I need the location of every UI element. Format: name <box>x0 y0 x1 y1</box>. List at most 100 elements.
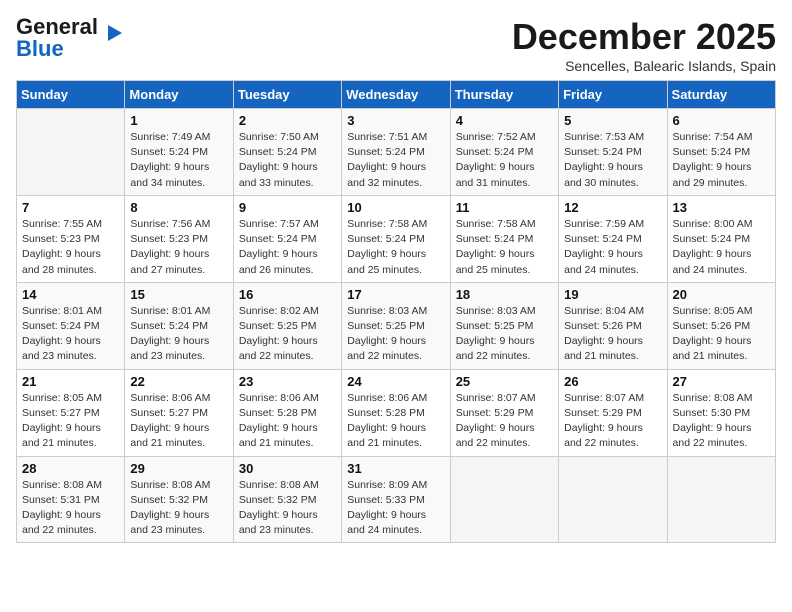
day-info: Sunrise: 8:05 AMSunset: 5:27 PMDaylight:… <box>22 391 119 452</box>
calendar-cell: 31 Sunrise: 8:09 AMSunset: 5:33 PMDayligh… <box>342 456 450 543</box>
header: General Blue December 2025 Sencelles, Ba… <box>16 16 776 74</box>
day-info: Sunrise: 8:00 AMSunset: 5:24 PMDaylight:… <box>673 217 770 278</box>
calendar-header-row: SundayMondayTuesdayWednesdayThursdayFrid… <box>17 81 776 109</box>
day-number: 25 <box>456 374 553 389</box>
day-info: Sunrise: 7:56 AMSunset: 5:23 PMDaylight:… <box>130 217 227 278</box>
calendar-cell: 29 Sunrise: 8:08 AMSunset: 5:32 PMDayligh… <box>125 456 233 543</box>
title-area: December 2025 Sencelles, Balearic Island… <box>512 16 776 74</box>
day-info: Sunrise: 8:04 AMSunset: 5:26 PMDaylight:… <box>564 304 661 365</box>
header-monday: Monday <box>125 81 233 109</box>
calendar-cell: 18 Sunrise: 8:03 AMSunset: 5:25 PMDayligh… <box>450 282 558 369</box>
day-number: 13 <box>673 200 770 215</box>
calendar-cell: 23Sunrise: 8:06 AMSunset: 5:28 PMDayligh… <box>233 369 341 456</box>
day-info: Sunrise: 7:54 AMSunset: 5:24 PMDaylight:… <box>673 130 770 191</box>
day-number: 20 <box>673 287 770 302</box>
day-info: Sunrise: 7:52 AMSunset: 5:24 PMDaylight:… <box>456 130 553 191</box>
header-sunday: Sunday <box>17 81 125 109</box>
calendar-week-0: 1Sunrise: 7:49 AMSunset: 5:24 PMDaylight… <box>17 109 776 196</box>
day-info: Sunrise: 8:08 AMSunset: 5:32 PMDaylight:… <box>130 478 227 539</box>
calendar-cell: 24 Sunrise: 8:06 AMSunset: 5:28 PMDayligh… <box>342 369 450 456</box>
calendar-cell: 15 Sunrise: 8:01 AMSunset: 5:24 PMDayligh… <box>125 282 233 369</box>
calendar-cell: 9 Sunrise: 7:57 AMSunset: 5:24 PMDaylight… <box>233 195 341 282</box>
day-info: Sunrise: 7:57 AMSunset: 5:24 PMDaylight:… <box>239 217 336 278</box>
day-info: Sunrise: 8:02 AMSunset: 5:25 PMDaylight:… <box>239 304 336 365</box>
day-info: Sunrise: 8:03 AMSunset: 5:25 PMDaylight:… <box>347 304 444 365</box>
calendar-cell: 19 Sunrise: 8:04 AMSunset: 5:26 PMDayligh… <box>559 282 667 369</box>
day-number: 28 <box>22 461 119 476</box>
day-number: 4 <box>456 113 553 128</box>
day-info: Sunrise: 8:05 AMSunset: 5:26 PMDaylight:… <box>673 304 770 365</box>
calendar-cell: 27 Sunrise: 8:08 AMSunset: 5:30 PMDayligh… <box>667 369 775 456</box>
calendar-cell: 11Sunrise: 7:58 AMSunset: 5:24 PMDayligh… <box>450 195 558 282</box>
calendar-week-4: 28 Sunrise: 8:08 AMSunset: 5:31 PMDayligh… <box>17 456 776 543</box>
header-friday: Friday <box>559 81 667 109</box>
calendar-cell: 30 Sunrise: 8:08 AMSunset: 5:32 PMDayligh… <box>233 456 341 543</box>
day-info: Sunrise: 8:09 AMSunset: 5:33 PMDaylight:… <box>347 478 444 539</box>
subtitle: Sencelles, Balearic Islands, Spain <box>512 58 776 74</box>
day-info: Sunrise: 8:03 AMSunset: 5:25 PMDaylight:… <box>456 304 553 365</box>
day-number: 6 <box>673 113 770 128</box>
logo: General Blue <box>16 16 128 60</box>
day-info: Sunrise: 7:59 AMSunset: 5:24 PMDaylight:… <box>564 217 661 278</box>
calendar-cell: 1Sunrise: 7:49 AMSunset: 5:24 PMDaylight… <box>125 109 233 196</box>
logo-blue: Blue <box>16 36 64 61</box>
day-info: Sunrise: 7:58 AMSunset: 5:24 PMDaylight:… <box>456 217 553 278</box>
day-number: 7 <box>22 200 119 215</box>
calendar-cell: 17 Sunrise: 8:03 AMSunset: 5:25 PMDayligh… <box>342 282 450 369</box>
header-tuesday: Tuesday <box>233 81 341 109</box>
day-info: Sunrise: 8:06 AMSunset: 5:28 PMDaylight:… <box>347 391 444 452</box>
day-number: 9 <box>239 200 336 215</box>
day-info: Sunrise: 8:01 AMSunset: 5:24 PMDaylight:… <box>130 304 227 365</box>
day-number: 29 <box>130 461 227 476</box>
calendar-cell: 13 Sunrise: 8:00 AMSunset: 5:24 PMDayligh… <box>667 195 775 282</box>
calendar-cell <box>559 456 667 543</box>
calendar-cell <box>450 456 558 543</box>
day-number: 23 <box>239 374 336 389</box>
day-number: 10 <box>347 200 444 215</box>
calendar-cell: 6 Sunrise: 7:54 AMSunset: 5:24 PMDaylight… <box>667 109 775 196</box>
day-info: Sunrise: 8:07 AMSunset: 5:29 PMDaylight:… <box>456 391 553 452</box>
day-number: 16 <box>239 287 336 302</box>
calendar-cell: 25 Sunrise: 8:07 AMSunset: 5:29 PMDayligh… <box>450 369 558 456</box>
day-number: 17 <box>347 287 444 302</box>
logo-text: General Blue <box>16 16 98 60</box>
calendar-cell: 10Sunrise: 7:58 AMSunset: 5:24 PMDayligh… <box>342 195 450 282</box>
day-info: Sunrise: 8:08 AMSunset: 5:32 PMDaylight:… <box>239 478 336 539</box>
calendar-cell: 16 Sunrise: 8:02 AMSunset: 5:25 PMDayligh… <box>233 282 341 369</box>
calendar-table: SundayMondayTuesdayWednesdayThursdayFrid… <box>16 80 776 543</box>
day-info: Sunrise: 8:07 AMSunset: 5:29 PMDaylight:… <box>564 391 661 452</box>
calendar-cell <box>17 109 125 196</box>
calendar-cell: 26 Sunrise: 8:07 AMSunset: 5:29 PMDayligh… <box>559 369 667 456</box>
calendar-cell: 12Sunrise: 7:59 AMSunset: 5:24 PMDayligh… <box>559 195 667 282</box>
day-number: 15 <box>130 287 227 302</box>
day-info: Sunrise: 7:50 AMSunset: 5:24 PMDaylight:… <box>239 130 336 191</box>
day-info: Sunrise: 8:08 AMSunset: 5:30 PMDaylight:… <box>673 391 770 452</box>
calendar-cell: 5Sunrise: 7:53 AMSunset: 5:24 PMDaylight… <box>559 109 667 196</box>
header-saturday: Saturday <box>667 81 775 109</box>
calendar-cell: 20 Sunrise: 8:05 AMSunset: 5:26 PMDayligh… <box>667 282 775 369</box>
day-info: Sunrise: 8:06 AMSunset: 5:27 PMDaylight:… <box>130 391 227 452</box>
calendar-cell: 3Sunrise: 7:51 AMSunset: 5:24 PMDaylight… <box>342 109 450 196</box>
day-number: 3 <box>347 113 444 128</box>
calendar-cell <box>667 456 775 543</box>
calendar-cell: 4 Sunrise: 7:52 AMSunset: 5:24 PMDaylight… <box>450 109 558 196</box>
day-number: 26 <box>564 374 661 389</box>
calendar-body: 1Sunrise: 7:49 AMSunset: 5:24 PMDaylight… <box>17 109 776 543</box>
day-number: 27 <box>673 374 770 389</box>
calendar-week-1: 7Sunrise: 7:55 AMSunset: 5:23 PMDaylight… <box>17 195 776 282</box>
day-info: Sunrise: 7:49 AMSunset: 5:24 PMDaylight:… <box>130 130 227 191</box>
day-info: Sunrise: 8:08 AMSunset: 5:31 PMDaylight:… <box>22 478 119 539</box>
day-number: 21 <box>22 374 119 389</box>
calendar-cell: 14Sunrise: 8:01 AMSunset: 5:24 PMDayligh… <box>17 282 125 369</box>
calendar-cell: 2Sunrise: 7:50 AMSunset: 5:24 PMDaylight… <box>233 109 341 196</box>
day-number: 30 <box>239 461 336 476</box>
day-number: 19 <box>564 287 661 302</box>
day-number: 31 <box>347 461 444 476</box>
day-number: 5 <box>564 113 661 128</box>
day-number: 18 <box>456 287 553 302</box>
day-info: Sunrise: 8:01 AMSunset: 5:24 PMDaylight:… <box>22 304 119 365</box>
header-thursday: Thursday <box>450 81 558 109</box>
logo-arrow-icon <box>100 19 128 47</box>
day-number: 24 <box>347 374 444 389</box>
calendar-week-2: 14Sunrise: 8:01 AMSunset: 5:24 PMDayligh… <box>17 282 776 369</box>
